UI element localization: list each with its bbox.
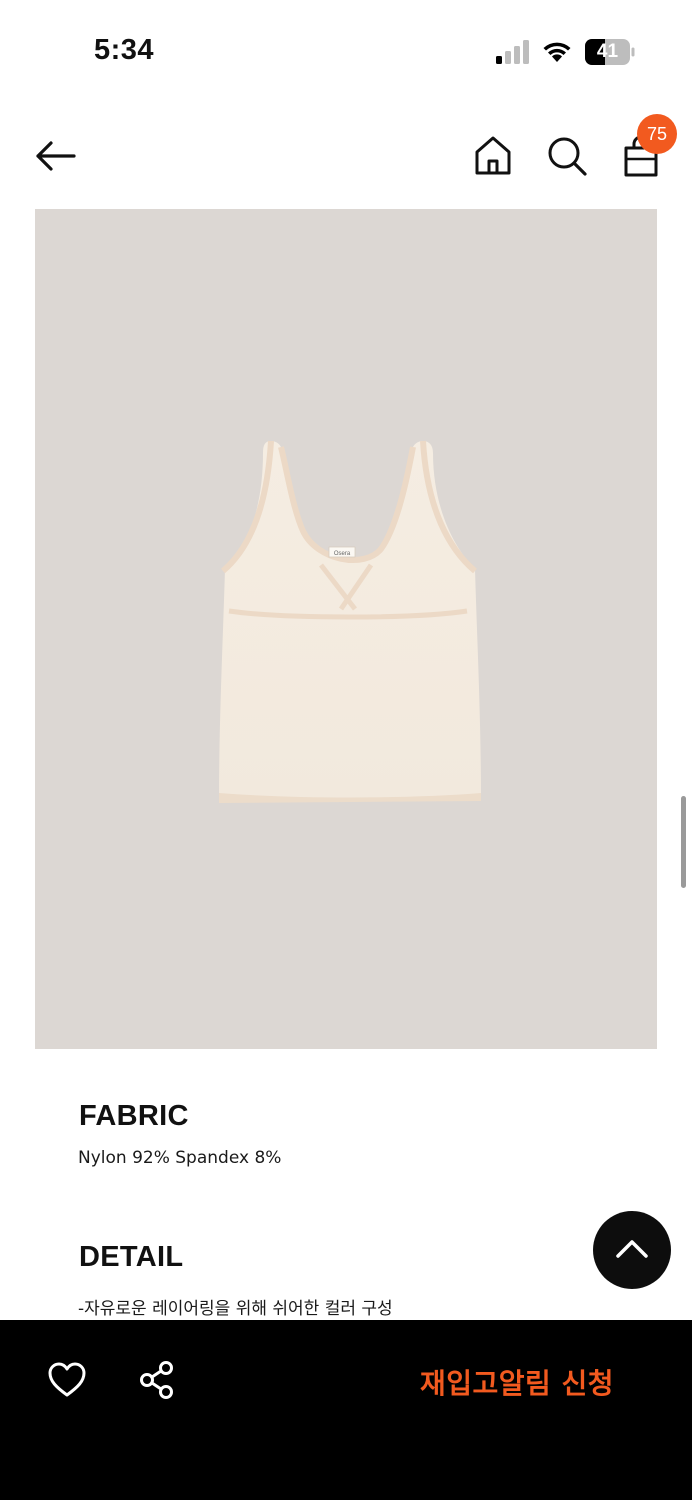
- bottom-action-bar: 재입고알림 신청: [0, 1320, 692, 1500]
- status-time: 5:34: [94, 34, 155, 66]
- wishlist-button[interactable]: [46, 1360, 88, 1400]
- detail-title: DETAIL: [79, 1241, 184, 1273]
- back-arrow-icon: [36, 141, 76, 171]
- scroll-to-top-button[interactable]: [593, 1211, 671, 1289]
- chevron-up-icon: [616, 1240, 648, 1258]
- home-icon: [475, 136, 511, 175]
- battery-level: 41: [596, 41, 619, 62]
- fabric-text: Nylon 92% Spandex 8%: [78, 1148, 282, 1168]
- search-icon: [548, 137, 587, 176]
- battery-icon: 41: [585, 39, 635, 65]
- status-bar: 5:34 41: [0, 0, 692, 100]
- product-tank-top-image: Osera: [219, 440, 481, 803]
- restock-alert-button[interactable]: 재입고알림 신청: [420, 1362, 614, 1402]
- search-button[interactable]: [545, 134, 589, 178]
- cart-count-badge: 75: [637, 114, 677, 154]
- home-button[interactable]: [472, 134, 514, 178]
- wifi-icon: [543, 42, 571, 62]
- cellular-signal-icon: [496, 40, 529, 64]
- back-button[interactable]: [30, 136, 80, 176]
- scrollbar[interactable]: [681, 796, 686, 888]
- detail-text: -자유로운 레이어링을 위해 쉬어한 컬러 구성: [78, 1299, 393, 1319]
- share-button[interactable]: [138, 1360, 178, 1400]
- share-icon: [140, 1361, 173, 1399]
- fabric-title: FABRIC: [79, 1100, 189, 1132]
- top-navigation: [0, 100, 692, 210]
- product-tag-text: Osera: [334, 551, 351, 557]
- heart-icon: [48, 1362, 86, 1397]
- product-image[interactable]: Osera: [35, 209, 657, 1049]
